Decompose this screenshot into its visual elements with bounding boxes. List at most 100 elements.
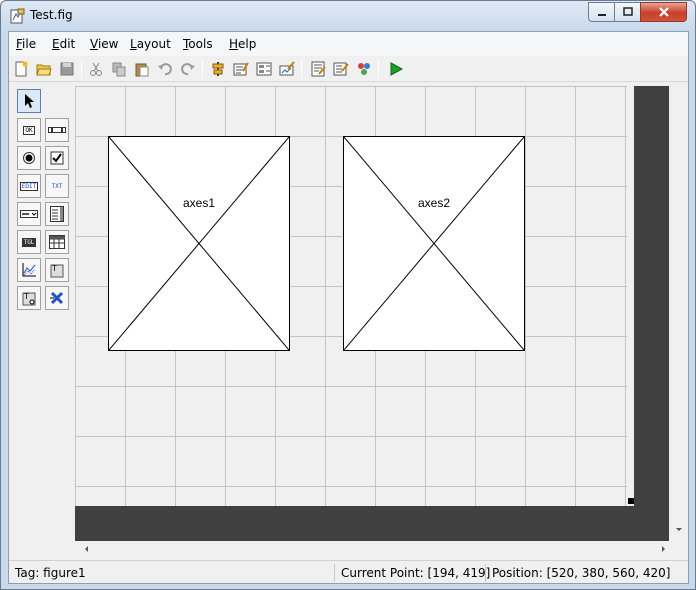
maximize-icon — [622, 7, 633, 16]
popup-menu-tool[interactable] — [17, 202, 41, 226]
status-tag: Tag: figure1 — [15, 566, 86, 580]
axes1-cross — [109, 137, 289, 350]
scroll-down-icon[interactable] — [671, 524, 687, 536]
axes-icon — [22, 263, 36, 277]
checkbox-tool[interactable] — [45, 146, 69, 170]
radio-button-icon — [23, 152, 35, 164]
toolbar-editor-button[interactable] — [278, 60, 296, 78]
menu-editor-icon — [233, 62, 249, 76]
mfile-editor-button[interactable] — [309, 60, 327, 78]
redo-button[interactable] — [179, 60, 197, 78]
axes2-placeholder[interactable]: axes2 — [343, 136, 525, 351]
panel-icon: T — [50, 264, 64, 278]
axes1-placeholder[interactable]: axes1 — [108, 136, 290, 351]
client-area: File Edit View Layout Tools Help OK EDIT… — [8, 31, 689, 584]
property-inspector-button[interactable] — [332, 60, 350, 78]
select-tool[interactable] — [17, 89, 41, 113]
panel-tool[interactable]: T — [45, 258, 69, 282]
run-figure-button[interactable] — [387, 60, 405, 78]
menu-tools-label: ools — [188, 37, 213, 51]
menu-help[interactable]: Help — [229, 37, 256, 51]
open-button[interactable] — [35, 60, 53, 78]
figure-resize-handle[interactable] — [628, 498, 634, 504]
listbox-icon — [50, 206, 64, 222]
menu-view-label: iew — [97, 37, 119, 51]
maximize-button[interactable] — [614, 2, 641, 22]
radio-button-tool[interactable] — [17, 146, 41, 170]
align-icon — [212, 62, 224, 76]
edit-text-tool[interactable]: EDIT — [17, 174, 41, 198]
static-text-tool[interactable]: TXT — [45, 174, 69, 198]
copy-icon — [112, 62, 126, 77]
figure-outside-bottom — [75, 506, 669, 541]
push-button-icon: OK — [23, 125, 35, 135]
button-group-tool[interactable]: T — [17, 286, 41, 310]
menu-help-mnemonic: H — [229, 37, 239, 51]
popup-menu-icon — [20, 210, 38, 218]
run-icon — [390, 62, 404, 76]
toggle-button-tool[interactable]: TGL — [17, 230, 41, 254]
close-button[interactable] — [640, 2, 687, 22]
activex-icon — [50, 291, 64, 305]
table-tool[interactable] — [45, 230, 69, 254]
edit-text-icon: EDIT — [19, 181, 39, 191]
menu-layout-mnemonic: L — [130, 37, 137, 51]
menu-help-label: elp — [238, 37, 257, 51]
menu-view[interactable]: View — [90, 37, 118, 51]
scroll-right-icon[interactable] — [657, 541, 669, 557]
horizontal-scrollbar[interactable] — [75, 541, 671, 557]
status-current-point: Current Point: [194, 419] — [334, 564, 496, 582]
axes-tool[interactable] — [17, 258, 41, 282]
checkbox-icon — [50, 151, 64, 165]
copy-button[interactable] — [110, 60, 128, 78]
menu-tools[interactable]: Tools — [183, 37, 213, 51]
arrow-cursor-icon — [25, 94, 34, 108]
slider-tool[interactable] — [45, 118, 69, 142]
svg-text:T: T — [23, 292, 29, 301]
toolbar-separator — [202, 60, 203, 78]
tab-order-icon — [256, 62, 272, 76]
tab-order-editor-button[interactable] — [255, 60, 273, 78]
minimize-button[interactable] — [588, 2, 615, 22]
slider-icon — [48, 127, 66, 133]
align-objects-button[interactable] — [209, 60, 227, 78]
activex-control-tool[interactable] — [45, 286, 69, 310]
save-button[interactable] — [58, 60, 76, 78]
layout-area[interactable]: axes1 axes2 — [75, 86, 677, 551]
toggle-button-icon: TGL — [21, 237, 37, 247]
undo-button[interactable] — [156, 60, 174, 78]
menu-edit[interactable]: Edit — [52, 37, 75, 51]
menu-file[interactable]: File — [16, 37, 36, 51]
undo-icon — [158, 63, 172, 76]
scroll-left-icon[interactable] — [81, 541, 93, 557]
new-button[interactable] — [12, 60, 30, 78]
save-icon — [60, 62, 74, 76]
toolbar-separator — [81, 60, 82, 78]
redo-icon — [181, 63, 195, 76]
menu-layout-label: ayout — [136, 37, 171, 51]
menu-editor-button[interactable] — [232, 60, 250, 78]
property-inspector-icon — [333, 62, 349, 76]
object-browser-icon — [358, 63, 370, 75]
object-browser-button[interactable] — [355, 60, 373, 78]
listbox-tool[interactable] — [45, 202, 69, 226]
push-button-tool[interactable]: OK — [17, 118, 41, 142]
menu-edit-label: dit — [59, 37, 76, 51]
cut-icon — [90, 62, 102, 76]
status-bar: Tag: figure1 Current Point: [194, 419] P… — [9, 560, 688, 583]
figure-edge — [627, 86, 634, 506]
vertical-scrollbar[interactable] — [671, 86, 687, 541]
figure-outside-right — [634, 86, 669, 541]
minimize-icon — [597, 14, 606, 16]
paste-icon — [135, 63, 149, 77]
figure-file-icon — [10, 8, 25, 24]
paste-button[interactable] — [133, 60, 151, 78]
mfile-editor-icon — [311, 61, 326, 77]
component-palette: OK EDIT TXT TGL T T — [9, 82, 75, 562]
svg-text:T: T — [51, 264, 57, 273]
open-folder-icon — [36, 64, 52, 76]
cut-button[interactable] — [87, 60, 105, 78]
title-bar[interactable]: Test.fig — [1, 1, 695, 31]
menu-file-label: ile — [22, 37, 37, 51]
menu-layout[interactable]: Layout — [130, 37, 171, 51]
